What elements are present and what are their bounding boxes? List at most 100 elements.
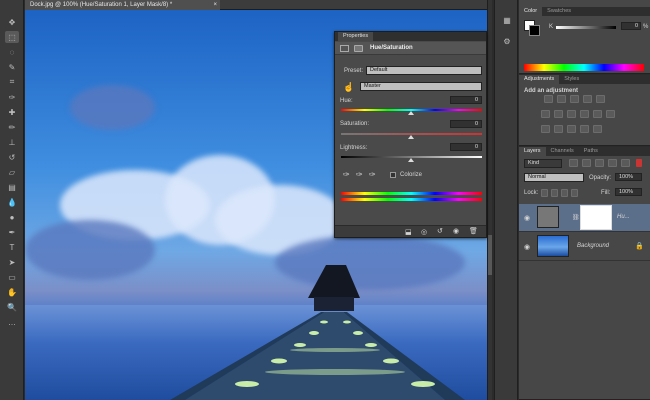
more-tools-icon[interactable]: … xyxy=(5,316,19,328)
eyedropper-tool-icon[interactable]: ✑ xyxy=(5,91,19,103)
path-select-tool-icon[interactable]: ➤ xyxy=(5,256,19,268)
clip-layer-icon[interactable]: ⬓ xyxy=(405,228,412,236)
invert-icon[interactable] xyxy=(541,125,550,133)
lightness-slider-knob[interactable] xyxy=(408,158,414,162)
eyedropper-minus-icon[interactable]: ✑ xyxy=(369,170,376,179)
preset-dropdown[interactable]: Default xyxy=(366,66,482,75)
pen-tool-icon[interactable]: ✒ xyxy=(5,226,19,238)
properties-panel-icon[interactable]: ⚙ xyxy=(501,36,513,48)
hue-sat-icon[interactable] xyxy=(541,110,550,118)
vibrance-icon[interactable] xyxy=(596,95,605,103)
eyedropper-icon[interactable]: ✑ xyxy=(343,170,350,179)
exposure-icon[interactable] xyxy=(583,95,592,103)
properties-subheader: Hue/Saturation xyxy=(335,42,486,55)
filter-shape-icon[interactable] xyxy=(608,159,617,167)
eraser-tool-icon[interactable]: ▱ xyxy=(5,166,19,178)
colorize-checkbox[interactable] xyxy=(390,172,396,178)
black-white-icon[interactable] xyxy=(567,110,576,118)
tab-layers[interactable]: Layers xyxy=(519,147,546,156)
photo-filter-icon[interactable] xyxy=(580,110,589,118)
hue-slider-knob[interactable] xyxy=(408,111,414,115)
channel-mixer-icon[interactable] xyxy=(593,110,602,118)
tab-color[interactable]: Color xyxy=(519,7,543,16)
shape-tool-icon[interactable]: ▭ xyxy=(5,271,19,283)
layer-visibility-icon[interactable]: ◉ xyxy=(524,243,530,251)
lightness-input[interactable]: 0 xyxy=(450,143,482,151)
lock-transparent-icon[interactable] xyxy=(541,189,548,197)
history-panel-icon[interactable]: ▦ xyxy=(501,15,513,27)
adjustment-layer-icon[interactable] xyxy=(340,45,349,52)
color-spectrum-ramp[interactable] xyxy=(524,64,644,71)
trash-icon[interactable]: 🗑 xyxy=(469,227,478,235)
tab-adjustments[interactable]: Adjustments xyxy=(519,75,560,84)
view-previous-icon[interactable]: ◎ xyxy=(421,228,427,236)
layer-mask-thumbnail[interactable] xyxy=(580,205,612,230)
tab-styles[interactable]: Styles xyxy=(559,75,584,84)
selective-color-icon[interactable] xyxy=(580,125,589,133)
gradient-map-icon[interactable] xyxy=(593,125,602,133)
chain-link-icon[interactable]: ⛓ xyxy=(572,214,580,221)
canvas-scrollbar[interactable] xyxy=(487,0,492,400)
quick-select-tool-icon[interactable]: ✎ xyxy=(5,61,19,73)
adjustments-panel: Adjustments Styles Add an adjustment xyxy=(519,75,650,146)
color-balance-icon[interactable] xyxy=(554,110,563,118)
lock-all-icon[interactable] xyxy=(571,189,578,197)
lasso-tool-icon[interactable]: ◌ xyxy=(5,46,19,58)
document-tab[interactable]: Dock.jpg @ 100% (Hue/Saturation 1, Layer… xyxy=(25,0,220,10)
curves-icon[interactable] xyxy=(570,95,579,103)
k-slider[interactable] xyxy=(556,26,616,29)
lock-icon: 🔒 xyxy=(635,243,644,250)
tab-paths[interactable]: Paths xyxy=(579,147,603,156)
hand-target-icon[interactable]: ☝ xyxy=(343,82,354,93)
tab-swatches[interactable]: Swatches xyxy=(542,7,576,16)
channel-value: Master xyxy=(364,83,381,89)
marquee-tool-icon[interactable]: ⬚ xyxy=(5,31,19,43)
background-color-swatch[interactable] xyxy=(529,25,540,36)
layer-row[interactable]: ◉ Background 🔒 xyxy=(519,233,650,261)
dodge-tool-icon[interactable]: ● xyxy=(5,211,19,223)
visibility-icon[interactable]: ◉ xyxy=(453,227,459,235)
tab-properties[interactable]: Properties xyxy=(338,32,374,41)
mask-icon[interactable] xyxy=(354,45,363,52)
filter-pixel-icon[interactable] xyxy=(569,159,578,167)
close-tab-icon[interactable]: × xyxy=(213,0,217,10)
hue-input[interactable]: 0 xyxy=(450,96,482,104)
reset-icon[interactable]: ↺ xyxy=(437,227,443,235)
opacity-input[interactable]: 100% xyxy=(615,173,642,181)
zoom-tool-icon[interactable]: 🔍 xyxy=(5,301,19,313)
eyedropper-plus-icon[interactable]: ✑ xyxy=(356,170,363,179)
scrollbar-thumb[interactable] xyxy=(488,235,492,275)
posterize-icon[interactable] xyxy=(554,125,563,133)
threshold-icon[interactable] xyxy=(567,125,576,133)
color-lookup-icon[interactable] xyxy=(606,110,615,118)
filter-adjustment-icon[interactable] xyxy=(582,159,591,167)
lock-image-icon[interactable] xyxy=(551,189,558,197)
filter-type-icon[interactable] xyxy=(595,159,604,167)
properties-footer: ⬓ ◎ ↺ ◉ 🗑 xyxy=(335,225,486,237)
type-tool-icon[interactable]: T xyxy=(5,241,19,253)
saturation-slider-knob[interactable] xyxy=(408,135,414,139)
saturation-input[interactable]: 0 xyxy=(450,120,482,128)
filter-smart-icon[interactable] xyxy=(621,159,630,167)
lock-position-icon[interactable] xyxy=(561,189,568,197)
stamp-tool-icon[interactable]: ⊥ xyxy=(5,136,19,148)
hand-tool-icon[interactable]: ✋ xyxy=(5,286,19,298)
tab-channels[interactable]: Channels xyxy=(546,147,579,156)
layer-visibility-icon[interactable]: ◉ xyxy=(524,214,530,222)
k-input[interactable]: 0 xyxy=(621,22,641,30)
healing-tool-icon[interactable]: ✚ xyxy=(5,106,19,118)
history-brush-tool-icon[interactable]: ↺ xyxy=(5,151,19,163)
move-tool-icon[interactable]: ✥ xyxy=(5,16,19,28)
brush-tool-icon[interactable]: ✏ xyxy=(5,121,19,133)
gradient-tool-icon[interactable]: ▤ xyxy=(5,181,19,193)
channel-dropdown[interactable]: Master xyxy=(360,82,482,91)
filter-toggle-icon[interactable] xyxy=(636,159,642,167)
layer-row[interactable]: ◉ ⛓ Hu... xyxy=(519,204,650,232)
levels-icon[interactable] xyxy=(557,95,566,103)
blend-mode-dropdown[interactable]: Normal xyxy=(524,173,584,182)
fill-input[interactable]: 100% xyxy=(615,188,642,196)
crop-tool-icon[interactable]: ⌗ xyxy=(5,76,19,88)
brightness-icon[interactable] xyxy=(544,95,553,103)
layer-filter-dropdown[interactable]: Kind xyxy=(524,159,562,168)
blur-tool-icon[interactable]: 💧 xyxy=(5,196,19,208)
